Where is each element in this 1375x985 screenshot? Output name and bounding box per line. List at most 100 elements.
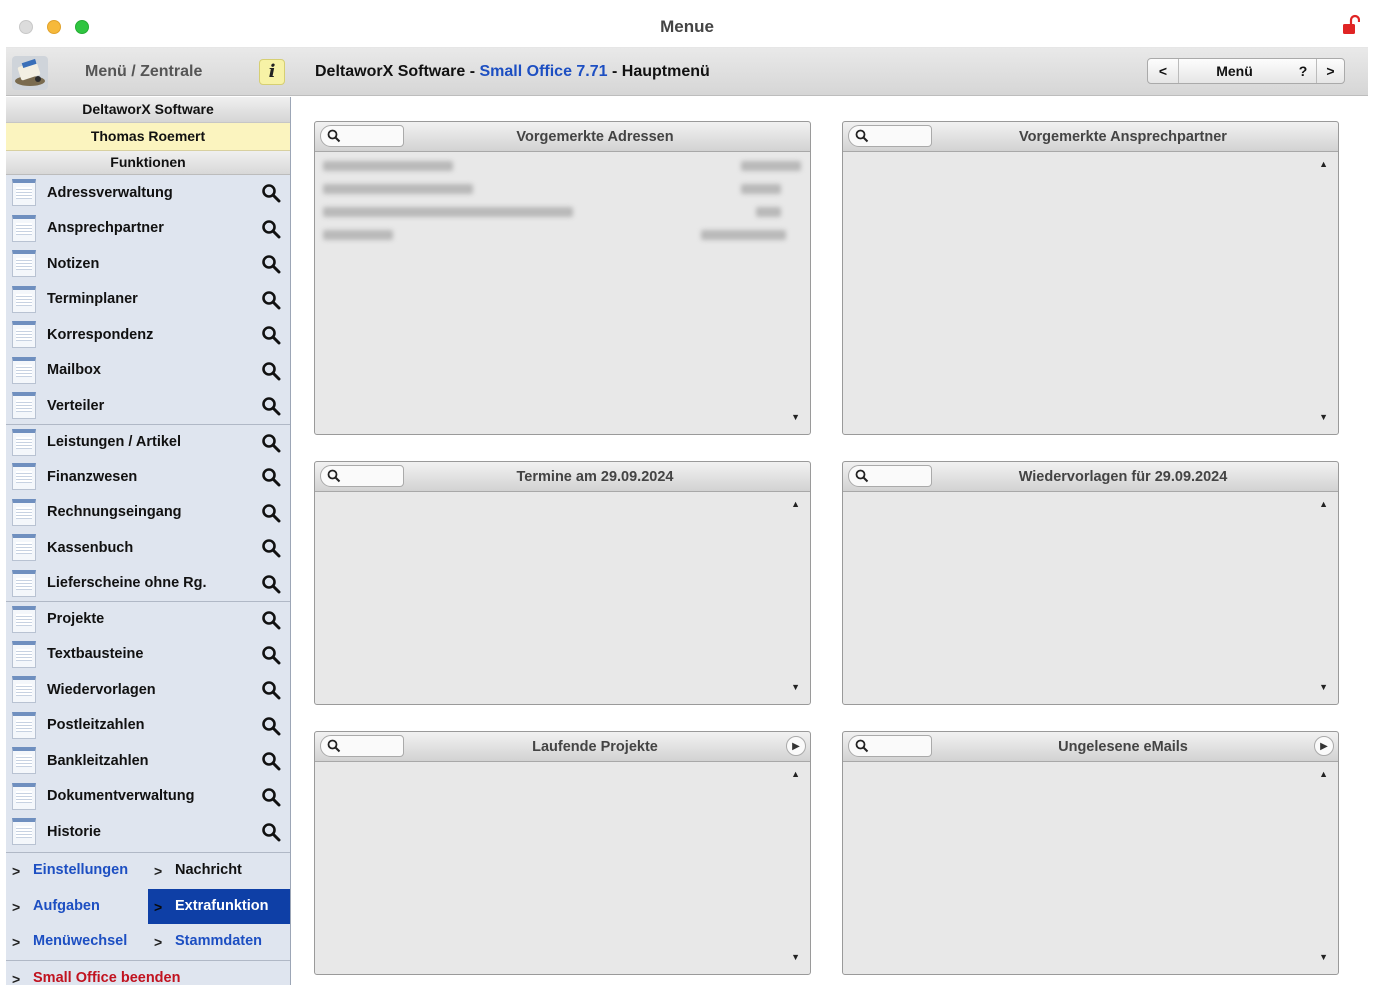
links-row: > Aufgaben > Extrafunktion	[6, 888, 290, 924]
search-icon[interactable]	[261, 787, 281, 807]
panel-search-field[interactable]	[848, 735, 932, 757]
chevron-right-icon: >	[12, 863, 21, 879]
search-icon[interactable]	[261, 610, 281, 630]
search-icon[interactable]	[261, 822, 281, 842]
unlocked-lock-icon[interactable]	[1342, 14, 1360, 36]
info-icon[interactable]: i	[259, 59, 285, 85]
search-icon[interactable]	[261, 503, 281, 523]
panel-header: Ungelesene eMails ▶	[843, 732, 1338, 762]
scroll-down-icon[interactable]: ▼	[791, 952, 800, 962]
document-icon	[12, 640, 36, 668]
sidebar-item-ansprechpartner[interactable]: Ansprechpartner	[6, 211, 290, 247]
nav-prev-button[interactable]: <	[1148, 59, 1179, 83]
document-icon	[12, 606, 36, 633]
help-button[interactable]: ?	[1290, 59, 1316, 83]
search-icon[interactable]	[261, 254, 281, 274]
sidebar-item-projekte[interactable]: Projekte	[6, 601, 290, 637]
scroll-up-icon[interactable]: ▲	[1319, 499, 1328, 509]
play-arrow-icon[interactable]: ▶	[786, 736, 806, 756]
sidebar-item-textbausteine[interactable]: Textbausteine	[6, 637, 290, 673]
title-bar: Menue	[6, 6, 1368, 48]
list-item[interactable]	[321, 201, 803, 224]
list-item[interactable]	[321, 224, 803, 247]
sidebar-item-leistungen-artikel[interactable]: Leistungen / Artikel	[6, 423, 290, 460]
panel-header: Wiedervorlagen für 29.09.2024	[843, 462, 1338, 492]
search-icon[interactable]	[261, 467, 281, 487]
search-icon[interactable]	[261, 680, 281, 700]
panel-search-field[interactable]	[320, 125, 404, 147]
panel-search-field[interactable]	[320, 465, 404, 487]
scroll-down-icon[interactable]: ▼	[1319, 952, 1328, 962]
sidebar-item-kassenbuch[interactable]: Kassenbuch	[6, 530, 290, 566]
link-stammdaten[interactable]: Stammdaten	[175, 933, 262, 949]
document-icon	[12, 179, 36, 206]
play-arrow-icon[interactable]: ▶	[1314, 736, 1334, 756]
scroll-up-icon[interactable]: ▲	[791, 769, 800, 779]
sidebar-item-label: Leistungen / Artikel	[47, 433, 182, 450]
search-icon[interactable]	[261, 361, 281, 381]
search-icon[interactable]	[261, 325, 281, 345]
scroll-up-icon[interactable]: ▲	[1319, 159, 1328, 169]
sidebar-item-mailbox[interactable]: Mailbox	[6, 353, 290, 389]
sidebar-item-label: Kassenbuch	[47, 539, 134, 556]
list-item[interactable]	[321, 155, 803, 178]
scroll-down-icon[interactable]: ▼	[791, 682, 800, 692]
sidebar-item-label: Mailbox	[47, 362, 101, 379]
sidebar-item-finanzwesen[interactable]: Finanzwesen	[6, 459, 290, 495]
link-extrafunktion[interactable]: Extrafunktion	[175, 898, 268, 914]
panel-search-field[interactable]	[848, 465, 932, 487]
scroll-down-icon[interactable]: ▼	[791, 412, 800, 422]
sidebar: DeltaworX Software Thomas Roemert Funkti…	[6, 97, 291, 985]
user-name: Thomas Roemert	[6, 123, 290, 151]
link-menuewechsel[interactable]: Menüwechsel	[33, 933, 127, 949]
search-icon[interactable]	[261, 574, 281, 594]
panel-vorgemerkte-adressen: Vorgemerkte Adressen ▼	[314, 121, 811, 435]
link-aufgaben[interactable]: Aufgaben	[33, 898, 100, 914]
search-icon[interactable]	[261, 645, 281, 665]
sidebar-item-adressverwaltung[interactable]: Adressverwaltung	[6, 175, 290, 211]
link-quit[interactable]: Small Office beenden	[33, 970, 180, 985]
sidebar-item-verteiler[interactable]: Verteiler	[6, 388, 290, 424]
sidebar-item-dokumentverwaltung[interactable]: Dokumentverwaltung	[6, 779, 290, 815]
sidebar-item-historie[interactable]: Historie	[6, 814, 290, 850]
sidebar-item-label: Projekte	[47, 611, 105, 628]
sidebar-item-postleitzahlen[interactable]: Postleitzahlen	[6, 708, 290, 744]
sidebar-item-lieferscheine-ohne-rg[interactable]: Lieferscheine ohne Rg.	[6, 566, 290, 602]
sidebar-item-terminplaner[interactable]: Terminplaner	[6, 282, 290, 318]
panel-search-field[interactable]	[848, 125, 932, 147]
scroll-up-icon[interactable]: ▲	[791, 499, 800, 509]
sidebar-item-notizen[interactable]: Notizen	[6, 246, 290, 282]
sidebar-item-korrespondenz[interactable]: Korrespondenz	[6, 317, 290, 353]
search-icon	[855, 739, 869, 753]
sidebar-item-label: Dokumentverwaltung	[47, 788, 195, 805]
sidebar-item-wiedervorlagen[interactable]: Wiedervorlagen	[6, 672, 290, 708]
scroll-up-icon[interactable]: ▲	[1319, 769, 1328, 779]
panel-termine: Termine am 29.09.2024 ▲ ▼	[314, 461, 811, 705]
search-icon[interactable]	[261, 396, 281, 416]
list-item[interactable]	[321, 178, 803, 201]
chevron-right-icon: >	[12, 970, 21, 985]
search-icon[interactable]	[261, 183, 281, 203]
search-icon[interactable]	[261, 433, 281, 453]
search-icon[interactable]	[261, 716, 281, 736]
sidebar-item-rechnungseingang[interactable]: Rechnungseingang	[6, 495, 290, 531]
search-icon[interactable]	[261, 290, 281, 310]
search-icon[interactable]	[261, 538, 281, 558]
sidebar-item-bankleitzahlen[interactable]: Bankleitzahlen	[6, 743, 290, 779]
panel-title: Ungelesene eMails	[1058, 739, 1188, 755]
nav-next-button[interactable]: >	[1316, 59, 1344, 83]
panel-header: Termine am 29.09.2024	[315, 462, 810, 492]
search-icon[interactable]	[261, 219, 281, 239]
panel-search-field[interactable]	[320, 735, 404, 757]
panel-laufende-projekte: Laufende Projekte ▶ ▲ ▼	[314, 731, 811, 975]
nav-menu-button[interactable]: Menü	[1179, 59, 1290, 83]
link-nachricht[interactable]: Nachricht	[175, 862, 242, 878]
panel-title: Termine am 29.09.2024	[516, 469, 674, 485]
scroll-down-icon[interactable]: ▼	[1319, 412, 1328, 422]
link-einstellungen[interactable]: Einstellungen	[33, 862, 128, 878]
search-icon	[327, 129, 341, 143]
scroll-down-icon[interactable]: ▼	[1319, 682, 1328, 692]
search-icon[interactable]	[261, 751, 281, 771]
document-icon	[12, 392, 36, 419]
section-header-funktionen: Funktionen	[6, 151, 290, 175]
